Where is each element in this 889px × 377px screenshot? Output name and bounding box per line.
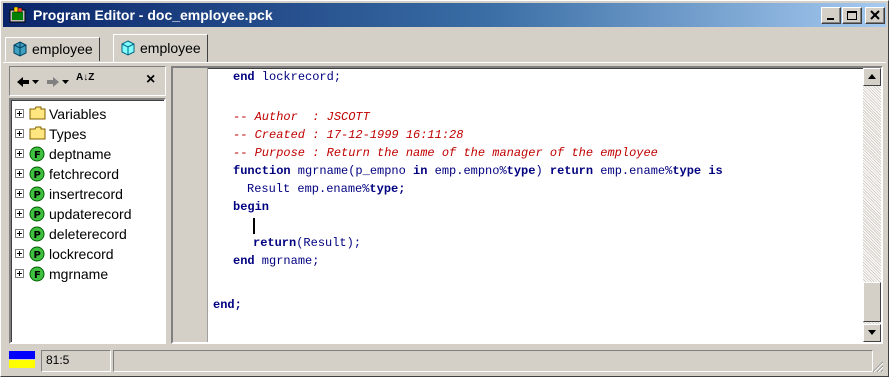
tree-item-label: deleterecord	[49, 226, 127, 242]
back-dropdown-icon[interactable]	[32, 80, 39, 84]
code-line: function mgrname(p_empno in emp.empno%ty…	[233, 164, 723, 178]
scroll-down-button[interactable]	[863, 324, 881, 342]
tree-item-label: mgrname	[49, 266, 109, 282]
tree-item-label: lockrecord	[49, 246, 114, 262]
scrollbar-thumb[interactable]	[863, 282, 881, 322]
procedure-icon: P	[29, 206, 45, 222]
package-body-icon	[121, 40, 135, 56]
expand-icon[interactable]	[15, 149, 24, 158]
code-line: -- Purpose : Return the name of the mana…	[233, 146, 658, 160]
tree-item-label: fetchrecord	[49, 166, 120, 182]
tree-item-label: Types	[49, 126, 87, 142]
status-bar: 81:5	[3, 349, 886, 375]
folder-icon	[29, 106, 46, 120]
code-line: -- Author : JSCOTT	[233, 110, 370, 124]
program-editor-icon	[9, 7, 26, 23]
title-bar[interactable]: Program Editor - doc_employee.pck	[3, 3, 886, 27]
expand-icon[interactable]	[15, 229, 24, 238]
code-line: Result emp.ename%type;	[247, 182, 406, 196]
navigator-tree: Variables Types F deptname P fetchrecord…	[9, 98, 166, 344]
maximize-icon	[847, 11, 857, 20]
procedure-icon: P	[29, 166, 45, 182]
code-area[interactable]: end lockrecord; -- Author : JSCOTT -- Cr…	[209, 68, 847, 342]
function-icon: F	[29, 266, 45, 282]
sort-alpha-icon[interactable]: A↓Z	[76, 73, 94, 83]
svg-text:F: F	[34, 150, 41, 161]
svg-text:P: P	[34, 190, 41, 201]
program-editor-window: Program Editor - doc_employee.pck employ…	[0, 0, 889, 377]
code-navigator-panel: A↓Z × Variables Types F deptname P fetch…	[9, 66, 166, 344]
close-navigator-icon[interactable]: ×	[146, 72, 155, 88]
function-icon: F	[29, 146, 45, 162]
svg-text:F: F	[34, 270, 41, 281]
code-line: begin	[233, 200, 270, 214]
navigator-toolbar: A↓Z ×	[9, 66, 166, 96]
code-line: end mgrname;	[233, 254, 320, 268]
tab-label: employee	[140, 40, 201, 56]
vertical-scrollbar[interactable]	[863, 68, 881, 342]
window-title: Program Editor - doc_employee.pck	[33, 7, 273, 23]
folder-icon	[29, 126, 46, 140]
tree-item-label: deptname	[49, 146, 112, 162]
expand-icon[interactable]	[15, 209, 24, 218]
tree-item-label: updaterecord	[49, 206, 132, 222]
expand-icon[interactable]	[15, 109, 24, 118]
procedure-icon: P	[29, 226, 45, 242]
scroll-up-button[interactable]	[863, 68, 881, 86]
tab-employee-spec[interactable]: employee	[5, 37, 100, 61]
code-editor[interactable]: end lockrecord; -- Author : JSCOTT -- Cr…	[171, 66, 883, 344]
tab-divider	[3, 62, 886, 63]
svg-text:P: P	[34, 250, 41, 261]
minimize-icon	[827, 18, 834, 20]
procedure-icon: P	[29, 246, 45, 262]
procedure-icon: P	[29, 186, 45, 202]
close-icon	[870, 10, 880, 20]
expand-icon[interactable]	[15, 169, 24, 178]
svg-text:P: P	[34, 210, 41, 221]
expand-icon[interactable]	[15, 269, 24, 278]
code-line: -- Created : 17-12-1999 16:11:28	[233, 128, 464, 142]
text-caret	[253, 218, 255, 234]
resize-grip-icon[interactable]	[872, 361, 884, 373]
tree-item-label: Variables	[49, 106, 107, 122]
expand-icon[interactable]	[15, 129, 24, 138]
arrow-up-icon	[868, 74, 876, 79]
arrow-down-icon	[868, 330, 876, 335]
forward-dropdown-icon[interactable]	[62, 80, 69, 84]
forward-arrow-icon[interactable]	[46, 76, 60, 88]
expand-icon[interactable]	[15, 189, 24, 198]
back-arrow-icon[interactable]	[16, 76, 30, 88]
maximize-button[interactable]	[842, 7, 862, 24]
editor-gutter	[173, 68, 208, 342]
tab-label: employee	[32, 41, 93, 57]
tab-employee-body[interactable]: employee	[113, 34, 208, 62]
code-line: end lockrecord;	[233, 70, 342, 84]
svg-text:P: P	[34, 170, 41, 181]
expand-icon[interactable]	[15, 249, 24, 258]
svg-text:P: P	[34, 230, 41, 241]
minimize-button[interactable]	[821, 7, 841, 24]
cursor-position: 81:5	[41, 350, 111, 372]
editor-tabs: employee employee	[3, 34, 886, 62]
code-line: return(Result);	[253, 236, 362, 250]
close-button[interactable]	[865, 7, 885, 24]
package-spec-icon	[13, 41, 27, 57]
tree-item-label: insertrecord	[49, 186, 123, 202]
code-line: end;	[213, 298, 242, 312]
modified-indicator-icon	[9, 351, 35, 368]
status-message-panel	[113, 350, 873, 372]
